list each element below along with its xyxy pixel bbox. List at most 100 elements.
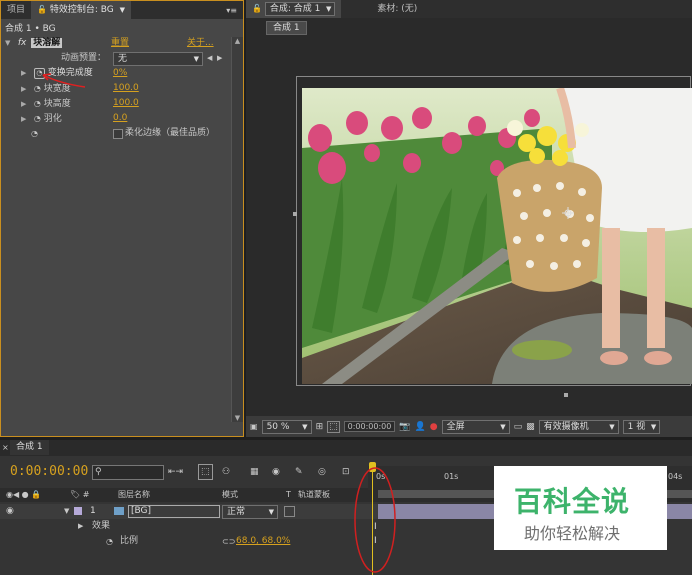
layer-name[interactable]: [BG] [128,505,220,518]
prop-block-width-value[interactable]: 100.0 [113,81,139,96]
expand-icon[interactable]: ▶ [21,112,31,127]
effect-name[interactable]: 块溶解 [31,38,63,48]
eye-icon[interactable]: ◉ [6,504,14,519]
snapshot-icon[interactable]: 📷 [399,422,410,432]
stopwatch-icon[interactable]: ◔ [34,114,41,123]
preset-dropdown[interactable]: 无 [113,52,203,66]
soft-edges-checkbox[interactable] [113,129,123,139]
camera-dropdown[interactable]: 有效摄像机 [538,419,619,434]
layer-label-color[interactable] [74,507,82,515]
ruler-tick-01s: 01s [444,472,459,481]
current-time-field[interactable]: 0:00:00:00 [343,421,396,432]
live-update-icon[interactable]: ⊡ [342,462,350,482]
show-snapshot-icon[interactable]: 👤 [415,422,426,432]
comp-chip[interactable]: 合成 1 [266,21,307,35]
tab-effect-controls-label: 特效控制台: BG [49,5,114,15]
col-track-matte: 轨道蒙板 [298,490,330,499]
col-layer-name: 图层名称 [118,490,150,499]
handle-left[interactable] [293,212,297,216]
prop-feather-value[interactable]: 0.0 [113,111,127,126]
zoom-value: 50 % [266,421,290,432]
tab-effect-controls[interactable]: 🔓 特效控制台: BG ▼ [31,1,132,19]
fx-icon[interactable]: fx [18,38,27,48]
tab-dropdown-icon[interactable]: ▼ [120,6,125,14]
effects-expand-icon[interactable]: ▶ [78,519,83,534]
graph-editor-icon[interactable]: ◎ [318,462,326,482]
track-matte-box[interactable] [284,506,295,517]
timeline-timecode[interactable]: 0:00:00:00 [10,462,88,482]
expand-icon[interactable]: ▶ [21,97,31,112]
stopwatch-icon[interactable]: ◔ [34,99,41,108]
scale-label: 比例 [120,536,139,546]
reset-link[interactable]: 重置 [111,36,129,51]
next-preset-icon[interactable]: ▶ [217,51,222,66]
comp-tab-label: 合成: 合成 1 [269,4,321,14]
panel-menu-icon[interactable]: ▾≡ [226,6,243,15]
layer-mode-dropdown[interactable]: 正常 [222,505,278,519]
prop-block-height: 块高度 [43,99,71,109]
views-dropdown[interactable]: 1 视 [622,419,661,434]
resolution-dropdown[interactable]: 全屏 [441,419,510,434]
mask-icon[interactable]: ⬚ [327,420,340,433]
scroll-down-icon[interactable]: ▼ [232,414,243,422]
layer-expand-icon[interactable]: ▼ [64,504,69,519]
transparency-grid-icon[interactable]: ▩ [526,422,535,432]
preset-label: 动画预置： [61,53,107,63]
stopwatch-icon[interactable]: ◔ [34,84,41,93]
red-annotation-arrow [42,73,86,88]
lock-icon[interactable]: 🔓 [252,4,262,13]
scale-value[interactable]: 68.0, 68.0% [236,534,290,549]
about-link[interactable]: 关于... [187,36,214,51]
shy-layers-icon[interactable]: ⚇ [222,462,230,482]
col-t: T [286,490,291,499]
tab-timeline-comp[interactable]: 合成 1 [10,440,49,455]
watermark-title: 百科全说 [514,485,631,518]
comp-mini-flowchart-icon[interactable]: ⇤⇥ [168,462,183,482]
close-icon[interactable]: × [2,440,9,455]
roi-icon[interactable]: ▭ [514,422,523,432]
views-value: 1 视 [627,421,646,432]
left-tab-bar: 项目 🔓 特效控制台: BG ▼ ▾≡ [1,1,243,19]
label-icon: 🏷 # [70,490,90,499]
effect-controls-panel: 项目 🔓 特效控制台: BG ▼ ▾≡ 合成 1 • BG ▼ fx 块溶解 重… [0,0,244,437]
layer-number: 1 [90,506,96,516]
stopwatch-icon: ◔ [31,129,38,138]
grid-icon[interactable]: ⊞ [316,422,324,432]
expand-icon[interactable]: ▶ [21,82,31,97]
watermark-subtitle: 助你轻松解决 [524,524,621,543]
constrain-proportions-icon[interactable]: ⊂⊃ [222,534,235,549]
prev-preset-icon[interactable]: ◀ [207,51,212,66]
tab-composition[interactable]: 🔓 合成: 合成 1 [246,0,342,18]
col-mode: 模式 [222,490,238,499]
layer-bg-image[interactable] [302,88,692,384]
lock-icon[interactable]: 🔓 [37,5,47,14]
stopwatch-icon[interactable]: ◔ [106,534,113,549]
motion-blur-icon[interactable]: ◉ [272,462,280,482]
av-features-icons: ◉◀ ● 🔒 [6,490,42,499]
prop-transition-completion-value[interactable]: 0% [113,66,127,81]
breadcrumb: 合成 1 • BG [5,24,56,34]
comp-dropdown[interactable]: 合成: 合成 1 [264,2,336,16]
zoom-dropdown[interactable]: 50 % [261,419,312,434]
viewer-tab-bar: 🔓 合成: 合成 1 素材: (无) [246,0,692,18]
camera-value: 有效摄像机 [543,421,589,432]
channel-icon[interactable]: ● [430,422,438,432]
search-icon: ⚲ [95,467,102,477]
brainstorm-icon[interactable]: ✎ [295,462,303,482]
watermark-badge: 百科全说 助你轻松解决 [494,466,667,550]
collapse-icon[interactable]: ▼ [5,36,15,51]
frame-blending-icon[interactable]: ▦ [250,462,259,482]
tab-footage[interactable]: 素材: (无) [371,0,423,18]
expand-icon[interactable]: ▶ [21,66,31,81]
draft-3d-icon[interactable]: ⬚ [198,464,213,480]
effects-label: 效果 [92,521,111,531]
scroll-up-icon[interactable]: ▲ [232,37,243,45]
handle-bottom[interactable] [564,393,568,397]
resolution-value: 全屏 [446,421,465,432]
left-scrollbar[interactable]: ▲ ▼ [231,37,243,422]
layer-mode-value: 正常 [227,507,246,517]
tab-project[interactable]: 项目 [1,1,31,19]
always-preview-icon[interactable]: ▣ [250,422,258,431]
prop-block-height-value[interactable]: 100.0 [113,96,139,111]
search-input[interactable]: ⚲ [92,465,164,480]
